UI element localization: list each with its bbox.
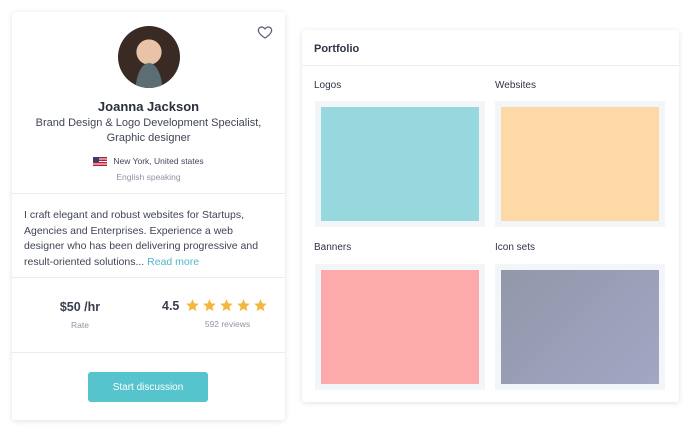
star-icon — [237, 299, 251, 312]
profile-name: Joanna Jackson — [97, 99, 200, 114]
heart-icon[interactable] — [257, 24, 273, 40]
divider — [12, 352, 285, 353]
rating-value: 4.5 — [162, 298, 180, 313]
tile-preview — [321, 107, 479, 221]
portfolio-panel: Portfolio Logos Websites Banners Icon se… — [302, 30, 679, 402]
star-icon — [203, 299, 217, 312]
profile-bio: I craft elegant and robust websites for … — [24, 208, 276, 270]
portfolio-title: Portfolio — [314, 43, 360, 55]
avatar — [118, 26, 180, 88]
portfolio-tile-websites[interactable] — [495, 101, 665, 227]
category-label: Logos — [314, 80, 342, 91]
language: English speaking — [116, 172, 181, 182]
portfolio-tile-icon-sets[interactable] — [495, 264, 665, 390]
star-icon — [186, 299, 200, 312]
divider — [302, 65, 679, 66]
location-text: New York, United states — [113, 156, 204, 166]
portfolio-tile-banners[interactable] — [315, 264, 485, 390]
divider — [12, 277, 285, 278]
rate-value: $50 /hr — [59, 300, 101, 314]
us-flag-icon — [93, 156, 108, 166]
profile-card: Joanna Jackson Brand Design & Logo Devel… — [12, 12, 285, 420]
rate: $50 /hr Rate — [50, 300, 110, 330]
location: New York, United states — [12, 156, 285, 166]
tile-preview — [321, 270, 479, 384]
read-more-link[interactable]: Read more — [147, 256, 199, 268]
tile-preview — [501, 270, 659, 384]
start-discussion-button[interactable]: Start discussion — [88, 372, 208, 402]
tile-preview — [501, 107, 659, 221]
category-label: Websites — [495, 80, 536, 91]
bio-text: I craft elegant and robust websites for … — [24, 209, 259, 268]
portfolio-tile-logos[interactable] — [315, 101, 485, 227]
review-count: 592 reviews — [204, 319, 251, 329]
category-label: Icon sets — [495, 242, 536, 253]
profile-title: Brand Design & Logo Development Speciali… — [35, 117, 262, 144]
rating: 4.5 592 reviews — [162, 298, 277, 329]
rating-stars — [185, 298, 268, 313]
divider — [12, 193, 285, 194]
star-icon — [220, 299, 234, 312]
category-label: Banners — [314, 242, 352, 253]
rate-label: Rate — [71, 320, 89, 330]
star-icon — [254, 299, 268, 312]
